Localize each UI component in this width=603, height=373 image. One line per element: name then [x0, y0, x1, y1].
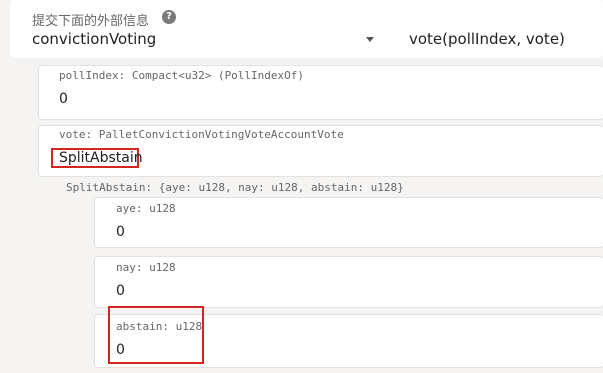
nay-input[interactable]: 0	[116, 283, 125, 299]
splitabstain-label: SplitAbstain: {aye: u128, nay: u128, abs…	[66, 181, 404, 194]
aye-label: aye: u128	[116, 202, 176, 215]
nay-label: nay: u128	[116, 261, 176, 274]
method-dropdown[interactable]: vote(pollIndex, vote)	[409, 30, 565, 48]
extrinsic-label: 提交下面的外部信息	[32, 14, 150, 29]
pollindex-label: pollIndex: Compact<u32> (PollIndexOf)	[59, 69, 305, 82]
chevron-down-icon[interactable]	[366, 37, 374, 42]
section-dropdown[interactable]: convictionVoting	[32, 30, 156, 48]
pollindex-input[interactable]: 0	[59, 91, 68, 107]
abstain-label: abstain: u128	[116, 320, 203, 333]
extrinsic-selector-card	[10, 0, 603, 58]
abstain-input[interactable]: 0	[116, 342, 125, 358]
vote-label: vote: PalletConvictionVotingVoteAccountV…	[59, 128, 344, 141]
aye-input[interactable]: 0	[116, 224, 125, 240]
help-icon[interactable]: ?	[162, 10, 176, 24]
vote-type-select[interactable]: SplitAbstain	[59, 150, 143, 166]
